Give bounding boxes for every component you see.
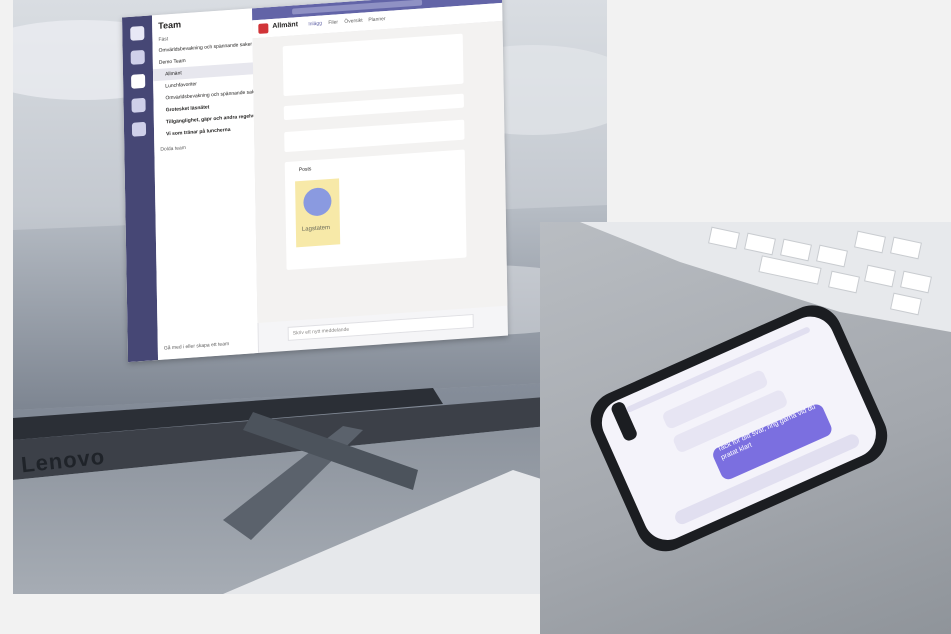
rail-item-calls[interactable]	[131, 97, 146, 113]
app-logo-icon	[303, 186, 332, 217]
card-image[interactable]: Lagstatem	[295, 178, 341, 248]
channel-title: Allmänt	[272, 21, 299, 30]
phone-scene	[580, 222, 951, 552]
card-app-name: Posts	[298, 166, 312, 174]
message-card	[284, 119, 465, 153]
rail-item-activity[interactable]	[130, 25, 145, 41]
rail-item-files[interactable]	[131, 121, 147, 137]
monitor-photo: Lenovo Team Fäst Omvärldsbevakning och s…	[13, 0, 607, 594]
message-card	[282, 33, 464, 97]
teams-sidebar: Team Fäst Omvärldsbevakning och spännand…	[152, 8, 260, 360]
channel-avatar	[258, 23, 269, 34]
message-list: Posts Lagstatem	[252, 20, 508, 324]
teams-window: Team Fäst Omvärldsbevakning och spännand…	[122, 0, 508, 363]
rail-item-teams[interactable]	[131, 73, 146, 89]
phone-body	[590, 305, 888, 552]
tab-files[interactable]: Filer	[328, 19, 338, 26]
phone-photo: Tack för ditt svar, ring gärna vid du pr…	[540, 222, 951, 634]
tab-planner[interactable]: Planner	[368, 16, 385, 23]
tab-overview[interactable]: Översikt	[344, 18, 362, 25]
tab-posts[interactable]: Inlägg	[308, 20, 322, 27]
post-card: Posts Lagstatem	[284, 149, 467, 270]
message-card	[283, 93, 464, 121]
join-team-link[interactable]: Gå med i eller skapa ett team	[164, 341, 229, 352]
rail-item-chat[interactable]	[130, 49, 145, 65]
card-image-label: Lagstatem	[301, 224, 330, 233]
